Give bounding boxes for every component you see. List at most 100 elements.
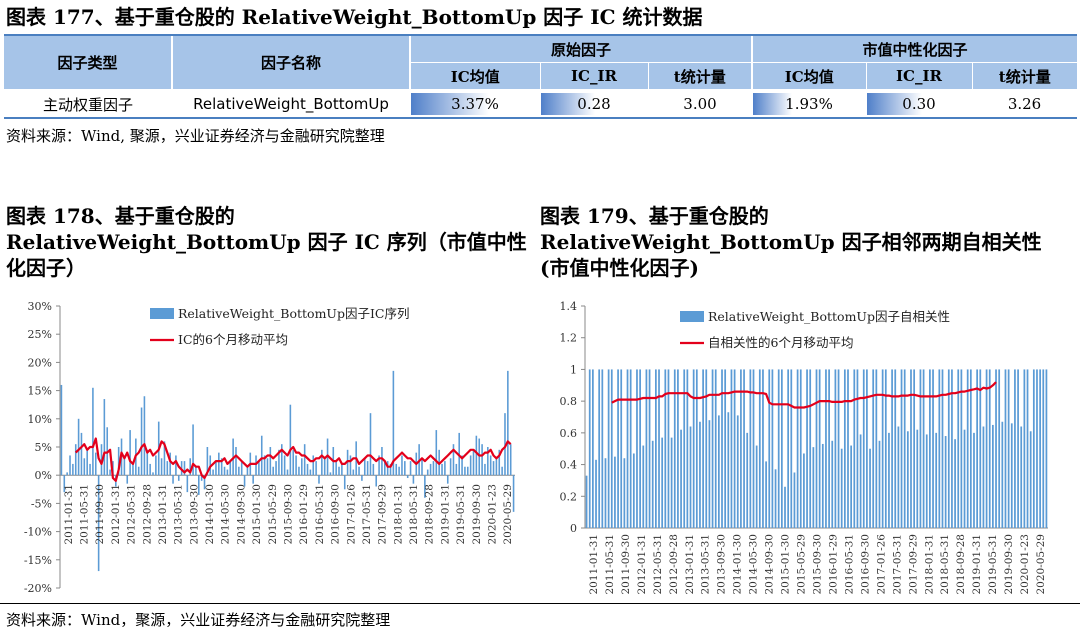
- chart-bar: [765, 461, 767, 528]
- cell-factor-type: 主动权重因子: [4, 89, 172, 119]
- chart-bar: [979, 369, 982, 528]
- chart-bar: [92, 387, 94, 476]
- chart-bar: [629, 369, 632, 528]
- chart-bar: [658, 369, 660, 528]
- x-tick-label: 2012-05-31: [652, 534, 664, 595]
- x-tick-label: 2019-05-31: [987, 534, 999, 595]
- chart-bar: [172, 475, 174, 484]
- x-tick-label: 2018-09-28: [424, 484, 436, 545]
- x-tick-label: 2016-09-30: [859, 534, 871, 595]
- chart-bar: [129, 430, 131, 476]
- chart-bar: [815, 369, 818, 528]
- chart-bar: [235, 447, 237, 476]
- chart-bar: [790, 369, 793, 528]
- chart-bar: [787, 369, 790, 528]
- y-tick-label: 0: [570, 522, 577, 535]
- chart-bar: [988, 369, 991, 528]
- x-tick-label: 2020-01-23: [487, 484, 499, 545]
- x-tick-label: 2019-05-31: [455, 484, 467, 545]
- chart-bar: [610, 369, 613, 528]
- chart-bar: [906, 431, 909, 528]
- x-tick-label: 2014-09-30: [764, 534, 776, 595]
- chart-bar: [86, 449, 88, 476]
- chart-bar: [878, 440, 881, 528]
- chart-bar: [733, 369, 736, 528]
- chart-bar: [777, 369, 780, 528]
- x-tick-label: 2019-01-31: [971, 534, 983, 595]
- chart-bar: [875, 369, 878, 528]
- chart-bar: [780, 369, 783, 528]
- chart-bar: [444, 461, 446, 476]
- cell-raw-tstat: 3.00: [648, 89, 752, 119]
- chart-bar: [869, 448, 871, 528]
- chart-bar: [818, 369, 821, 528]
- chart-bar: [475, 435, 478, 476]
- chart-bar: [812, 447, 815, 528]
- x-tick-label: 2011-09-30: [620, 534, 632, 595]
- y-tick-label: 30%: [28, 300, 52, 313]
- cell-neutral-ic-ir: 0.30: [866, 89, 972, 119]
- chart-bar: [429, 463, 432, 476]
- chart-bar: [843, 369, 846, 528]
- chart-bar: [283, 455, 286, 476]
- chart-bar: [982, 426, 985, 528]
- chart-bar: [266, 458, 269, 476]
- chart-bar: [976, 369, 978, 528]
- x-tick-label: 2012-01-31: [110, 484, 122, 545]
- chart-bar: [358, 466, 360, 476]
- legend-line-label: 自相关性的6个月移动平均: [708, 335, 853, 350]
- chart-bar: [938, 369, 941, 528]
- chart-bar: [806, 369, 808, 528]
- chart-bar: [588, 369, 591, 528]
- chart-bar: [601, 369, 604, 528]
- chart-bar: [825, 369, 827, 528]
- chart-bar: [954, 439, 956, 528]
- chart-bar: [960, 369, 963, 528]
- x-tick-label: 2020-05-29: [1035, 534, 1047, 595]
- chart-bar: [922, 369, 925, 528]
- chart-bar: [740, 369, 742, 528]
- chart-bar: [796, 369, 799, 528]
- chart-bar: [913, 369, 916, 528]
- chart-bar: [441, 463, 443, 476]
- legend-bar-swatch: [680, 311, 704, 322]
- chart-bar: [607, 369, 610, 528]
- x-tick-label: 2014-09-30: [235, 484, 247, 545]
- chart-bar: [639, 369, 641, 528]
- chart-bar: [352, 469, 355, 476]
- legend-bar-label: RelativeWeight_BottomUp因子IC序列: [178, 306, 409, 321]
- chart-bar: [258, 461, 260, 476]
- x-tick-label: 2013-05-31: [700, 534, 712, 595]
- subheader-raw-tstat: t统计量: [647, 62, 752, 90]
- chart-bar: [617, 369, 619, 528]
- ic-series-chart: -20% -15% -10% -5% 0% 5% 10% 15% 20% 25% 30% 2011-0…: [24, 300, 515, 595]
- chart-bar: [1001, 421, 1004, 528]
- chart-bar: [995, 369, 997, 528]
- x-tick-label: 2017-09-29: [907, 534, 919, 595]
- x-tick-label: 2019-09-30: [1003, 534, 1015, 595]
- autocorrelation-chart: 0 0.2 0.4 0.6 0.8 1 1.2 1.4 2011-01-31 2011-05-31…: [560, 300, 1048, 595]
- x-tick-label: 2011-09-30: [94, 484, 106, 545]
- chart-bar: [501, 466, 503, 476]
- legend-bar-swatch: [150, 308, 174, 319]
- chart-bar: [1036, 369, 1038, 528]
- cell-raw-ic-mean: 3.37%: [410, 89, 540, 119]
- chart-bar: [642, 445, 645, 528]
- x-tick-label: 2020-01-23: [1019, 534, 1031, 595]
- chart-bar: [614, 456, 616, 528]
- chart-bar: [94, 452, 97, 476]
- x-tick-label: 2014-05-30: [220, 484, 232, 545]
- x-tick-label: 2015-01-30: [251, 484, 263, 545]
- chart-bar: [648, 369, 651, 528]
- chart-bar: [341, 463, 343, 476]
- y-tick-label: 25%: [28, 328, 52, 341]
- chart-bar: [743, 369, 745, 528]
- chart-bar: [338, 466, 340, 476]
- chart-bar: [60, 384, 63, 476]
- chart1-title-line2: RelativeWeight_BottomUp 因子 IC 序列（市值中性: [6, 230, 527, 254]
- x-tick-label: 2015-05-29: [796, 534, 808, 595]
- chart-bar: [412, 475, 415, 484]
- chart1-title: 图表 178、基于重仓股的 RelativeWeight_BottomUp 因子…: [6, 203, 527, 281]
- y-tick-label: 0.4: [560, 459, 578, 472]
- chart-bar: [218, 452, 220, 476]
